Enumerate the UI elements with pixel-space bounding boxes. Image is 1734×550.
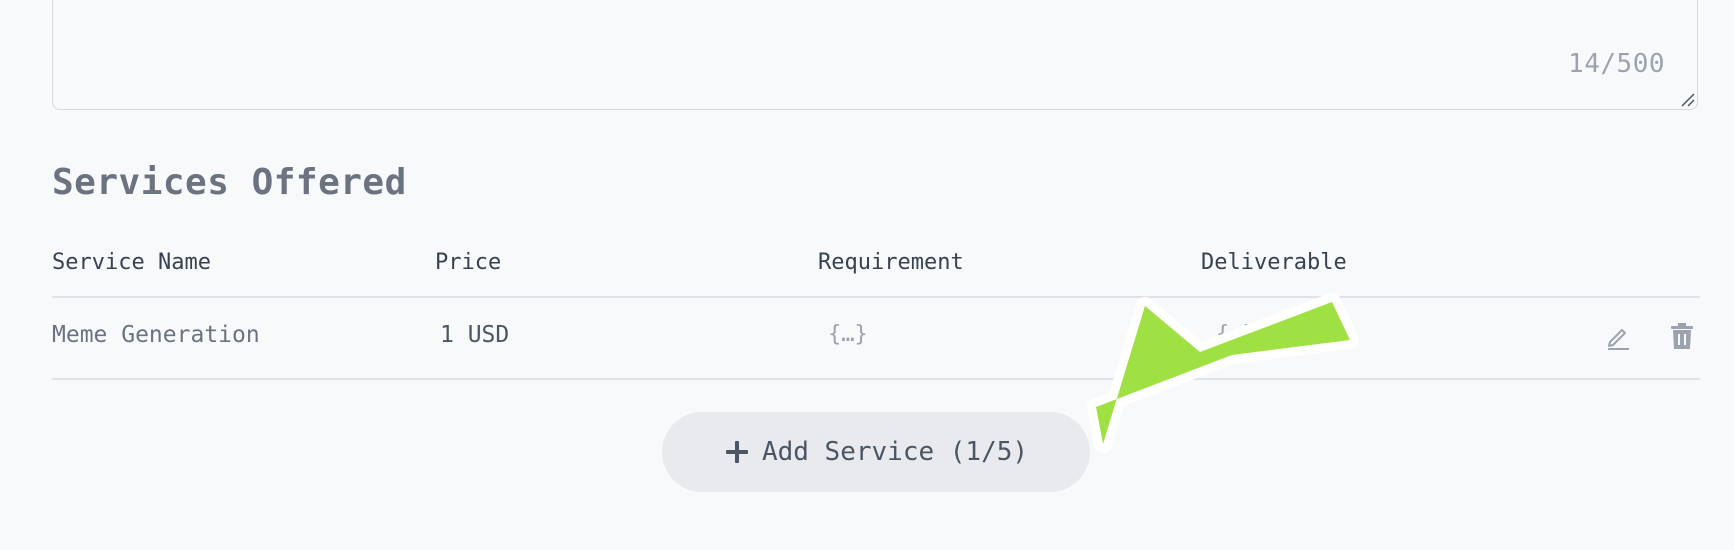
resize-handle-icon[interactable] <box>1679 91 1695 107</box>
column-header-service-name: Service Name <box>52 250 211 275</box>
section-title: Services Offered <box>52 162 407 203</box>
deliverable-cell[interactable]: {…} <box>1216 322 1256 347</box>
plus-icon <box>725 441 748 463</box>
trash-icon[interactable] <box>1666 320 1698 352</box>
pencil-icon[interactable] <box>1602 320 1634 352</box>
column-header-requirement: Requirement <box>818 250 964 275</box>
table-row: Meme Generation 1 USD {…} {…} <box>52 298 1700 380</box>
column-header-deliverable: Deliverable <box>1201 250 1347 275</box>
requirement-cell[interactable]: {…} <box>828 322 868 347</box>
services-table-header: Service Name Price Requirement Deliverab… <box>52 248 1700 298</box>
column-header-price: Price <box>435 250 502 275</box>
service-name-cell: Meme Generation <box>52 322 260 348</box>
price-cell: 1 USD <box>440 322 510 348</box>
description-textarea[interactable]: 14/500 <box>52 0 1698 110</box>
add-service-button[interactable]: Add Service (1/5) <box>662 412 1090 492</box>
char-counter: 14/500 <box>1568 49 1665 79</box>
add-service-label: Add Service (1/5) <box>761 437 1029 467</box>
